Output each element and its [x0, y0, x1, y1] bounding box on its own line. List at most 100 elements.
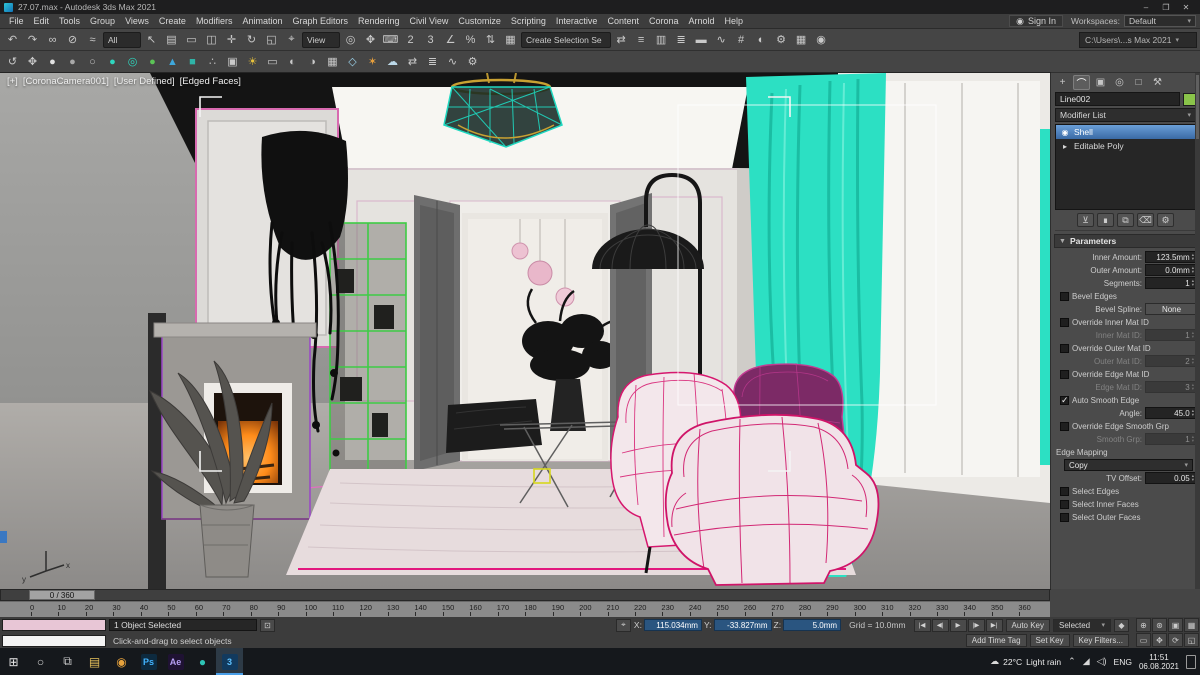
absolute-mode-icon[interactable]: ⌖ — [615, 618, 631, 632]
bind-to-space-warp-icon[interactable]: ≈ — [83, 30, 102, 49]
reference-coordinate-dropdown[interactable]: View — [302, 31, 340, 48]
select-and-place-icon[interactable]: ⌖ — [282, 30, 301, 49]
outer-mat-id-spinner[interactable]: Outer Mat ID: 2 — [1054, 355, 1197, 367]
previous-frame-button[interactable]: ◀| — [931, 618, 949, 632]
timeline-tick[interactable]: 290 — [826, 603, 853, 617]
checkbox[interactable] — [1060, 369, 1069, 379]
after-effects-button[interactable]: Ae — [162, 648, 189, 675]
spinner-arrows[interactable] — [1192, 253, 1194, 261]
toggle-ribbon-icon[interactable]: ▬ — [692, 30, 711, 49]
weather-widget[interactable]: ☁ 22°C Light rain — [990, 656, 1061, 667]
checkbox[interactable] — [1060, 421, 1069, 431]
toggle-scene-explorer-icon[interactable]: ▥ — [652, 30, 671, 49]
menu-item[interactable]: Views — [120, 16, 154, 26]
select-and-move-icon[interactable]: ✛ — [222, 30, 241, 49]
add-time-tag[interactable]: Add Time Tag — [965, 634, 1027, 647]
viewport-general-menu[interactable]: [+] — [7, 76, 18, 87]
select-inner-faces-checkbox[interactable]: Select Inner Faces — [1054, 498, 1197, 510]
timeline-tick[interactable]: 300 — [854, 603, 881, 617]
align-icon[interactable]: ≡ — [632, 30, 651, 49]
snap-3d-toggle-icon[interactable]: 3 — [421, 30, 440, 49]
teal-cube-icon[interactable]: ■ — [183, 52, 202, 71]
panel-scrollbar[interactable] — [1195, 73, 1200, 589]
spinner-arrows[interactable] — [1192, 357, 1194, 365]
graph-icon[interactable]: ∿ — [443, 52, 462, 71]
start-button[interactable]: ⊞ — [0, 648, 27, 675]
menu-item[interactable]: Create — [154, 16, 191, 26]
select-and-rotate-icon[interactable]: ↻ — [242, 30, 261, 49]
value-field[interactable]: 1 — [1145, 433, 1197, 445]
use-pivot-center-icon[interactable]: ◎ — [341, 30, 360, 49]
override-inner-mat-id-checkbox[interactable]: Override Inner Mat ID — [1054, 316, 1197, 328]
volume-icon[interactable]: ◁) — [1097, 656, 1107, 667]
select-and-manipulate-icon[interactable]: ✥ — [361, 30, 380, 49]
viewport-shading-menu[interactable]: [Edged Faces] — [180, 76, 241, 87]
sun-icon[interactable]: ✶ — [363, 52, 382, 71]
teal-sphere-icon[interactable]: ● — [103, 52, 122, 71]
tv-offset-spinner[interactable]: TV Offset: 0.05 — [1054, 472, 1197, 484]
menu-item[interactable]: Help — [720, 16, 749, 26]
material-override-icon[interactable]: ◐ — [283, 52, 302, 71]
value-field[interactable]: 0.05 — [1145, 472, 1197, 484]
timeline-tick[interactable]: 270 — [771, 603, 798, 617]
timeline-tick[interactable]: 20 — [85, 603, 112, 617]
checkbox[interactable] — [1060, 499, 1069, 509]
pan-view-icon[interactable]: ✥ — [23, 52, 42, 71]
teal-torus-icon[interactable]: ◎ — [123, 52, 142, 71]
spinner-arrows[interactable] — [1192, 409, 1194, 417]
timeline-tick[interactable]: 260 — [744, 603, 771, 617]
key-tangents-icon[interactable]: ◆ — [1114, 618, 1129, 632]
timeline-tick[interactable]: 360 — [1018, 603, 1045, 617]
value-field[interactable]: 0.0mm — [1145, 264, 1197, 276]
spinner-arrows[interactable] — [1192, 279, 1194, 287]
time-slider-track[interactable]: 0 / 360 — [0, 589, 1050, 601]
timeline-ruler[interactable]: 0 10 20 30 40 50 60 70 80 90 100 110 120 130 140 150 160… — [0, 601, 1050, 617]
timeline-tick[interactable]: 170 — [497, 603, 524, 617]
photoshop-button[interactable]: Ps — [135, 648, 162, 675]
timeline-tick[interactable]: 310 — [881, 603, 908, 617]
value-field[interactable]: 2 — [1145, 355, 1197, 367]
zoom-button[interactable]: ⊕ — [1136, 618, 1151, 632]
timeline-tick[interactable]: 180 — [524, 603, 551, 617]
checkbox[interactable] — [1060, 395, 1069, 406]
select-and-link-icon[interactable]: ∞ — [43, 30, 62, 49]
time-slider-handle[interactable]: 0 / 360 — [29, 590, 95, 600]
sign-in-button[interactable]: ◉ Sign In — [1009, 15, 1064, 27]
modifier-shell[interactable]: ◉ Shell — [1056, 125, 1195, 139]
checkbox[interactable] — [1060, 512, 1069, 522]
search-button[interactable]: ○ — [27, 648, 54, 675]
menu-item[interactable]: Scripting — [506, 16, 551, 26]
camera-icon[interactable]: ▣ — [223, 52, 242, 71]
settings-icon[interactable]: ⚙ — [463, 52, 482, 71]
angle-spinner[interactable]: Angle: 45.0 — [1054, 407, 1197, 419]
inner-amount-spinner[interactable]: Inner Amount: 123.5mm — [1054, 251, 1197, 263]
edge-mapping-label[interactable]: Edge Mapping — [1054, 446, 1197, 458]
checkbox[interactable] — [1060, 343, 1069, 353]
timeline-tick[interactable]: 30 — [112, 603, 139, 617]
checkbox[interactable] — [1060, 486, 1069, 496]
viewport[interactable]: x y [+] [CoronaCamera001] [User Defined]… — [0, 72, 1051, 590]
unlink-selection-icon[interactable]: ⊘ — [63, 30, 82, 49]
smooth-grp-spinner[interactable]: Smooth Grp: 1 — [1054, 433, 1197, 445]
list-icon[interactable]: ≣ — [423, 52, 442, 71]
edit-named-selection-sets-icon[interactable]: ▦ — [501, 30, 520, 49]
spinner-arrows[interactable] — [1192, 331, 1194, 339]
override-edge-mat-id-checkbox[interactable]: Override Edge Mat ID — [1054, 368, 1197, 380]
pin-stack-button[interactable]: ⊻ — [1077, 213, 1094, 227]
set-key-button[interactable]: Set Key — [1029, 634, 1070, 647]
mirror-icon[interactable]: ⇄ — [612, 30, 631, 49]
timeline-tick[interactable]: 110 — [332, 603, 359, 617]
named-selection-sets-dropdown[interactable]: Create Selection Se — [521, 31, 611, 48]
auto-smooth-edge-checkbox[interactable]: Auto Smooth Edge — [1054, 394, 1197, 406]
key-mode-dropdown[interactable]: Selected — [1053, 618, 1111, 632]
override-edge-smooth-grp-checkbox[interactable]: Override Edge Smooth Grp — [1054, 420, 1197, 432]
value-field[interactable]: 45.0 — [1145, 407, 1197, 419]
proxy-icon[interactable]: ◇ — [343, 52, 362, 71]
timeline-tick[interactable]: 350 — [991, 603, 1018, 617]
menu-item[interactable]: File — [4, 16, 29, 26]
zoom-extents-all-button[interactable]: ▦ — [1184, 618, 1199, 632]
bench-blanket[interactable] — [446, 399, 542, 453]
lightroom-button[interactable]: ● — [189, 648, 216, 675]
menu-item[interactable]: Interactive — [551, 16, 603, 26]
go-to-end-button[interactable]: ▶| — [985, 618, 1003, 632]
